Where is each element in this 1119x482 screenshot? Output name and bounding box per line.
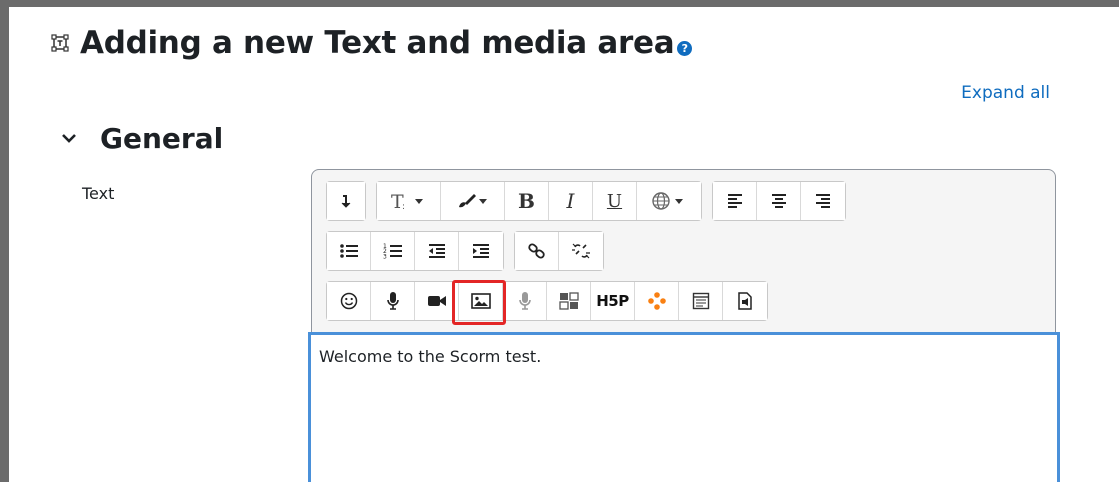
align-right-icon (816, 194, 830, 208)
paintbrush-icon (458, 194, 487, 208)
indent-button[interactable] (459, 232, 503, 270)
section-title: General (100, 121, 224, 155)
screen-reader-icon (738, 292, 752, 310)
globe-icon (652, 192, 683, 210)
moodle-media-icon (647, 292, 666, 310)
emoji-button[interactable] (327, 282, 371, 320)
unordered-list-button[interactable] (327, 232, 371, 270)
editor-content-text: Welcome to the Scorm test. (319, 347, 542, 366)
expand-all-link[interactable]: Expand all (961, 83, 1050, 103)
link-button[interactable] (515, 232, 559, 270)
toolbar-group-align (712, 181, 846, 221)
microphone-icon (386, 292, 399, 310)
bullet-list-icon (339, 244, 358, 258)
page-header: Adding a new Text and media area ? (50, 18, 693, 68)
italic-icon: I (566, 189, 575, 213)
manage-files-icon (558, 292, 579, 310)
window-border-left (0, 0, 9, 482)
numbered-list-icon: 123 (383, 243, 402, 261)
insert-image-button[interactable] (459, 282, 503, 320)
manage-files-button[interactable] (547, 282, 591, 320)
toolbar-group-collapse (326, 181, 366, 221)
record-video-button[interactable] (415, 282, 459, 320)
align-right-button[interactable] (801, 182, 845, 220)
outdent-icon (428, 244, 445, 258)
media-button[interactable] (503, 282, 547, 320)
video-camera-icon (427, 296, 446, 306)
collapse-arrow-icon (341, 195, 351, 208)
h5p-button[interactable]: H5P (591, 282, 635, 320)
font-size-button[interactable]: T : (377, 182, 441, 220)
accessibility-checker-icon (692, 292, 709, 310)
align-left-button[interactable] (713, 182, 757, 220)
image-icon (470, 293, 491, 309)
align-left-icon (727, 194, 742, 208)
link-icon (527, 243, 545, 259)
help-icon[interactable]: ? (677, 40, 693, 56)
outdent-button[interactable] (415, 232, 459, 270)
align-center-button[interactable] (757, 182, 801, 220)
bold-button[interactable]: B (505, 182, 549, 220)
ordered-list-button[interactable]: 123 (371, 232, 415, 270)
window-border-top (0, 0, 1119, 7)
underline-button[interactable]: U (593, 182, 637, 220)
indent-icon (473, 244, 489, 258)
bold-icon: B (518, 189, 535, 213)
section-header-general[interactable]: General (60, 118, 223, 158)
language-button[interactable] (637, 182, 701, 220)
toolbar-group-style: T : B I U (376, 181, 702, 221)
text-color-button[interactable] (441, 182, 505, 220)
page-title: Adding a new Text and media area (80, 25, 675, 61)
toolbar-group-lists: 123 (326, 231, 504, 271)
screen-reader-helper-button[interactable] (723, 282, 767, 320)
editor-content-area[interactable]: Welcome to the Scorm test. (308, 332, 1060, 482)
h5p-icon: H5P (596, 292, 629, 310)
svg-text:3: 3 (383, 254, 387, 261)
smiley-icon (340, 292, 357, 310)
microphone-muted-icon (518, 292, 531, 310)
record-audio-button[interactable] (371, 282, 415, 320)
toolbar-row-3: H5P (326, 281, 768, 321)
collapse-toolbar-button[interactable] (327, 182, 365, 220)
accessibility-checker-button[interactable] (679, 282, 723, 320)
svg-text::: : (402, 202, 405, 212)
toolbar-group-links (514, 231, 604, 271)
moodle-media-button[interactable] (635, 282, 679, 320)
toolbar-row-2: 123 (326, 231, 604, 271)
text-field-label: Text (82, 184, 115, 203)
italic-button[interactable]: I (549, 182, 593, 220)
align-center-icon (771, 194, 786, 208)
unlink-icon (572, 243, 590, 259)
toolbar-row-1: T : B I U (326, 181, 846, 221)
chevron-down-icon[interactable] (60, 129, 78, 147)
unlink-button[interactable] (559, 232, 603, 270)
underline-icon: U (606, 190, 623, 212)
text-media-icon (50, 33, 70, 53)
font-size-icon: T : (391, 191, 423, 212)
toolbar-group-media: H5P (326, 281, 768, 321)
